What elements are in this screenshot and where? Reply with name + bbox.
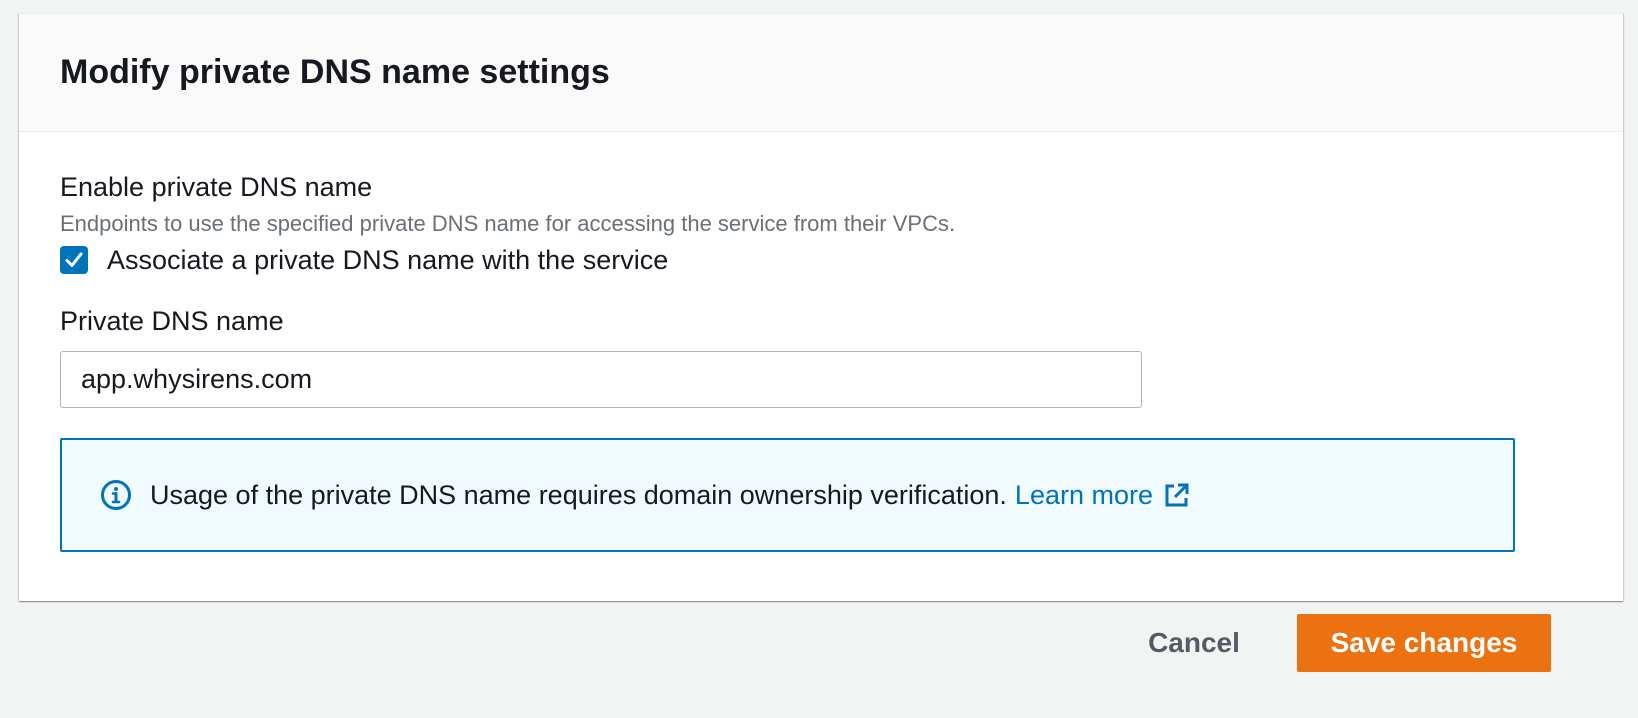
save-changes-button[interactable]: Save changes [1297,614,1551,672]
panel-title: Modify private DNS name settings [60,53,610,91]
info-alert-text: Usage of the private DNS name requires d… [150,478,1190,512]
private-dns-name-input[interactable] [60,351,1142,408]
info-alert: Usage of the private DNS name requires d… [60,438,1515,552]
info-icon [100,479,132,511]
associate-dns-checkbox-row[interactable]: Associate a private DNS name with the se… [60,242,668,278]
enable-private-dns-label: Enable private DNS name [60,172,373,202]
info-alert-message: Usage of the private DNS name requires d… [150,480,1007,510]
external-link-icon [1163,482,1190,509]
checkmark-icon [65,252,83,267]
settings-panel: Modify private DNS name settings Enable … [19,13,1623,601]
associate-dns-checkbox[interactable] [60,246,88,274]
associate-dns-checkbox-label: Associate a private DNS name with the se… [107,245,669,275]
cancel-button[interactable]: Cancel [1140,614,1248,672]
panel-header: Modify private DNS name settings [19,14,1623,132]
private-dns-name-label: Private DNS name [60,306,284,336]
enable-private-dns-description: Endpoints to use the specified private D… [60,211,956,236]
learn-more-link[interactable]: Learn more [1015,478,1190,512]
learn-more-label: Learn more [1014,480,1153,510]
